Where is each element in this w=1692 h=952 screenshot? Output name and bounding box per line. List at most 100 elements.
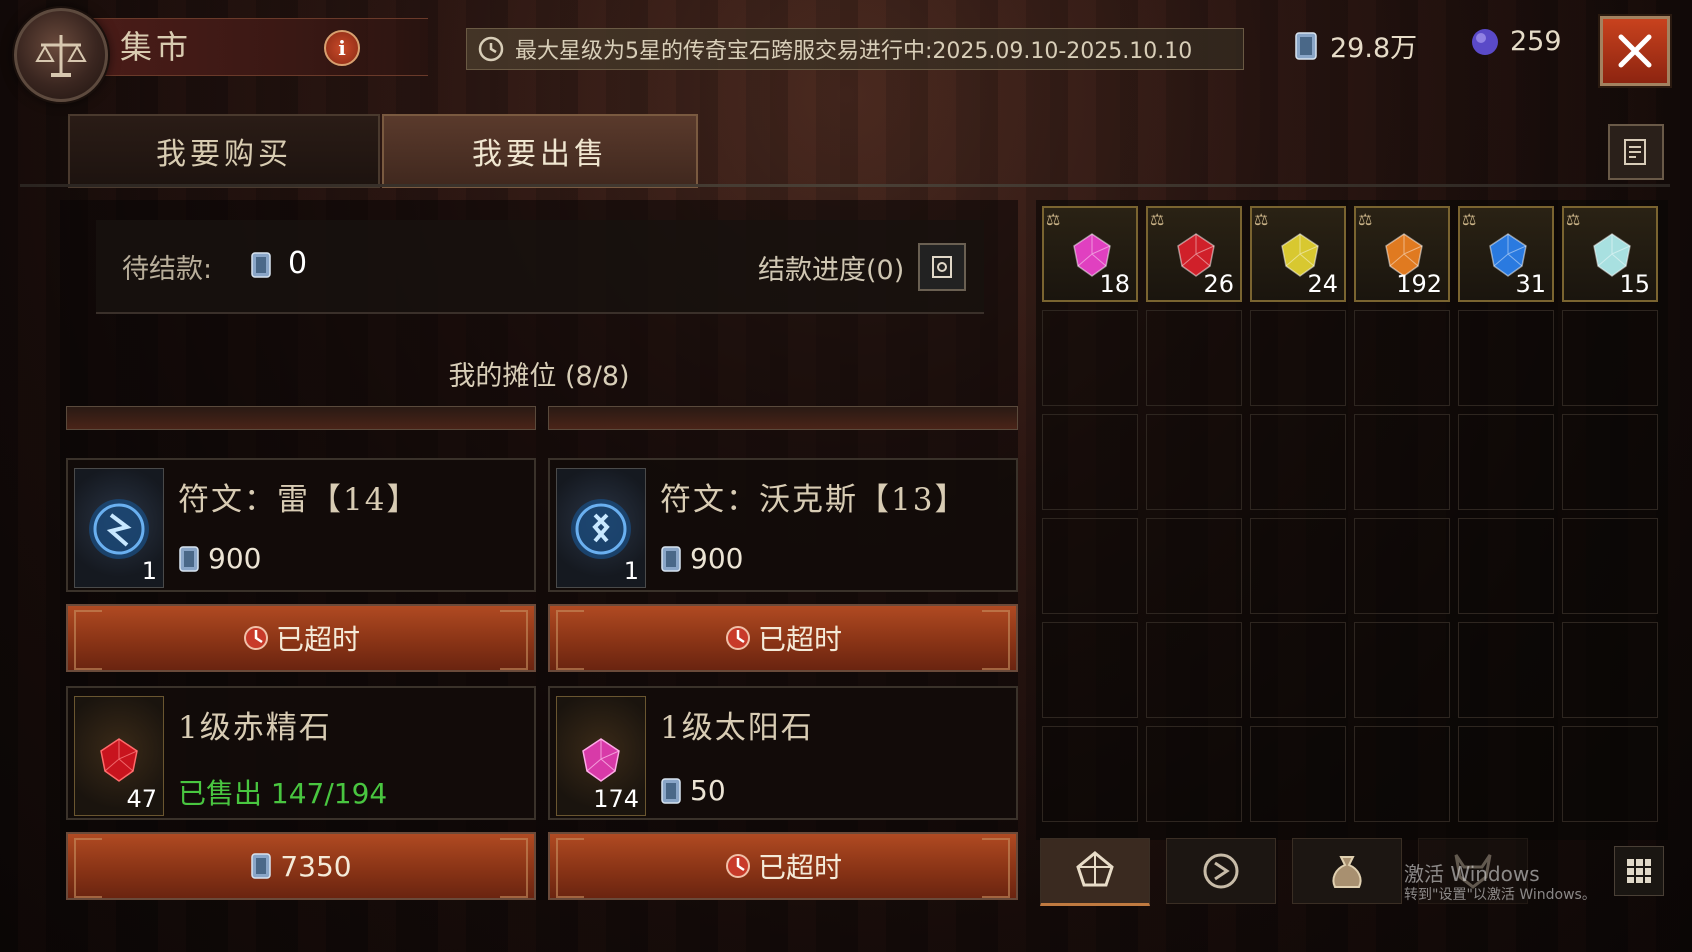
inventory-slot[interactable]	[1146, 518, 1242, 614]
ornament	[556, 838, 584, 898]
timeout-icon	[725, 626, 750, 650]
inventory-slot[interactable]	[1042, 726, 1138, 822]
pending-payment-label: 待结款:	[122, 254, 213, 285]
pink-gem-icon: 174	[556, 696, 646, 816]
ornament	[982, 838, 1010, 898]
inventory-slot[interactable]	[1250, 310, 1346, 406]
inventory-slot[interactable]	[1250, 622, 1346, 718]
inventory-slot[interactable]	[1458, 518, 1554, 614]
platinum-icon	[251, 853, 272, 879]
rune-category-icon	[1203, 853, 1239, 889]
tab-divider	[20, 184, 1670, 187]
pending-payment-amount: 0	[288, 246, 308, 281]
inventory-tab-materials[interactable]	[1292, 838, 1402, 904]
platinum-display: 29.8万	[1294, 26, 1417, 65]
ornament	[556, 610, 584, 670]
inventory-slot[interactable]	[1562, 310, 1658, 406]
rune-icon: 1	[556, 468, 646, 588]
inventory-slot[interactable]	[1250, 518, 1346, 614]
platinum-icon	[1295, 31, 1317, 60]
tradeable-icon: ⚖	[1254, 210, 1269, 229]
inventory-slot[interactable]	[1562, 622, 1658, 718]
tradeable-icon: ⚖	[1462, 210, 1477, 229]
tab-sell[interactable]: 我要出售	[382, 114, 698, 188]
bag-icon	[1332, 856, 1362, 888]
record-button[interactable]	[1608, 124, 1664, 180]
inventory-gem-slot[interactable]: ⚖ 15	[1562, 206, 1658, 302]
info-button[interactable]: i	[324, 30, 360, 66]
red-gem-icon: 47	[74, 696, 164, 816]
collect-payment-button[interactable]: 7350	[66, 832, 536, 900]
inventory-slot[interactable]	[1042, 414, 1138, 510]
inventory-gem-slot[interactable]: ⚖ 31	[1458, 206, 1554, 302]
inventory-slot[interactable]	[1562, 414, 1658, 510]
item-name: 符文：沃克斯【13】	[660, 482, 968, 518]
inventory-gem-slot[interactable]: ⚖ 26	[1146, 206, 1242, 302]
item-quantity: 1	[141, 557, 157, 585]
inventory-slot[interactable]	[1042, 310, 1138, 406]
inventory-slot[interactable]	[1146, 414, 1242, 510]
platinum-icon	[251, 252, 271, 278]
orb-amount: 259	[1510, 26, 1562, 57]
inventory-gem-slot[interactable]: ⚖ 24	[1250, 206, 1346, 302]
inventory-slot[interactable]	[1250, 414, 1346, 510]
inventory-slot[interactable]	[1458, 622, 1554, 718]
stall-item-card[interactable]: 47 1级赤精石 已售出 147/194 7350	[66, 686, 536, 902]
inventory-slot[interactable]	[1354, 726, 1450, 822]
inventory-tab-runes[interactable]	[1166, 838, 1276, 904]
timeout-button[interactable]: 已超时	[66, 604, 536, 672]
gem-quantity: 26	[1203, 270, 1234, 298]
platinum-icon	[661, 777, 681, 804]
inventory-slot[interactable]	[1042, 518, 1138, 614]
payment-progress-button[interactable]	[918, 243, 966, 291]
stall-slot-strip	[548, 406, 1018, 430]
tradeable-icon: ⚖	[1566, 210, 1581, 229]
gem-quantity: 15	[1619, 270, 1650, 298]
record-icon	[1624, 139, 1646, 165]
orb-icon	[1472, 28, 1498, 55]
timeout-button[interactable]: 已超时	[548, 832, 1018, 900]
stall-item-card[interactable]: 1 符文：雷【14】 900 已超时	[66, 458, 536, 674]
inventory-slot[interactable]	[1146, 726, 1242, 822]
inventory-slot[interactable]	[1042, 622, 1138, 718]
stall-item-card[interactable]: 174 1级太阳石 50 已超时	[548, 686, 1018, 902]
inventory-slot[interactable]	[1250, 726, 1346, 822]
item-quantity: 174	[593, 785, 639, 813]
gem-quantity: 31	[1515, 270, 1546, 298]
grid-icon	[1627, 859, 1651, 883]
notice-bar: 最大星级为5星的传奇宝石跨服交易进行中:2025.09.10-2025.10.1…	[466, 28, 1244, 70]
ornament	[982, 610, 1010, 670]
gem-quantity: 192	[1396, 270, 1442, 298]
item-quantity: 1	[623, 557, 639, 585]
inventory-tab-gems[interactable]	[1040, 838, 1150, 906]
scroll-icon	[932, 256, 952, 278]
rune-icon: 1	[74, 468, 164, 588]
tradeable-icon: ⚖	[1046, 210, 1061, 229]
inventory-gem-slot[interactable]: ⚖ 18	[1042, 206, 1138, 302]
inventory-slot[interactable]	[1354, 518, 1450, 614]
inventory-slot[interactable]	[1354, 622, 1450, 718]
inventory-slot[interactable]	[1354, 310, 1450, 406]
inventory-slot[interactable]	[1458, 414, 1554, 510]
inventory-slot[interactable]	[1354, 414, 1450, 510]
close-icon	[1618, 34, 1652, 68]
inventory-slot[interactable]	[1146, 310, 1242, 406]
inventory-slot[interactable]	[1562, 726, 1658, 822]
inventory-slot[interactable]	[1146, 622, 1242, 718]
stall-item-card[interactable]: 1 符文：沃克斯【13】 900 已超时	[548, 458, 1018, 674]
grid-view-button[interactable]	[1614, 846, 1664, 896]
inventory-slot[interactable]	[1562, 518, 1658, 614]
item-price: 50	[660, 774, 726, 807]
inventory-slot[interactable]	[1458, 310, 1554, 406]
ornament	[500, 838, 528, 898]
inventory-slot[interactable]	[1458, 726, 1554, 822]
tab-buy[interactable]: 我要购买	[68, 114, 380, 188]
inventory-gem-slot[interactable]: ⚖ 192	[1354, 206, 1450, 302]
timeout-icon	[725, 854, 750, 878]
payment-progress-label: 结款进度(0)	[758, 255, 905, 286]
close-button[interactable]	[1600, 16, 1670, 86]
clock-icon	[478, 36, 504, 62]
platinum-icon	[661, 545, 681, 572]
timeout-button[interactable]: 已超时	[548, 604, 1018, 672]
gem-category-icon	[1076, 851, 1114, 887]
